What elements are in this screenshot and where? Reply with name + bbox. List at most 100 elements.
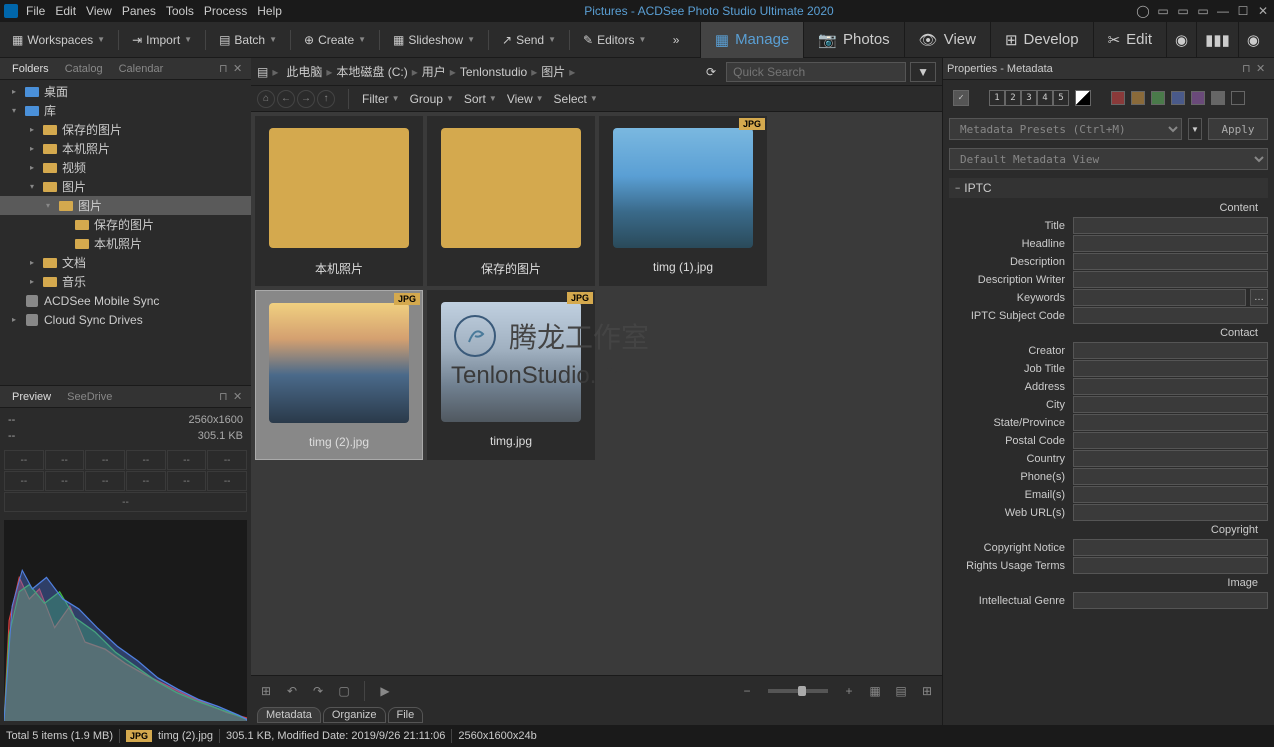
tree-item[interactable]: ▸本机照片	[0, 139, 251, 158]
thumbnail-item[interactable]: 保存的图片	[427, 116, 595, 286]
prop-tab-metadata[interactable]: Metadata	[257, 707, 321, 723]
nav-home-icon[interactable]: ⌂	[257, 90, 275, 108]
keywords-browse-button[interactable]: …	[1250, 289, 1268, 306]
tree-item[interactable]: ▸桌面	[0, 82, 251, 101]
rating-3[interactable]: 3	[1021, 90, 1037, 106]
field-description[interactable]	[1073, 253, 1268, 270]
calendar-tab[interactable]: Calendar	[111, 61, 172, 77]
close-button[interactable]: ✕	[1256, 4, 1270, 18]
refresh-icon[interactable]: ⟳	[706, 65, 716, 79]
field-copyright-notice[interactable]	[1073, 539, 1268, 556]
import-button[interactable]: ⇥ Import ▼	[126, 27, 198, 53]
maximize-button[interactable]: ☐	[1236, 4, 1250, 18]
layout-icon-3[interactable]: ▭	[1196, 4, 1210, 18]
view-button[interactable]: View ▼	[507, 92, 544, 106]
tab-develop[interactable]: ⊞ Develop	[990, 22, 1093, 58]
bt-icon-4[interactable]: ▢	[335, 682, 353, 700]
color-green[interactable]	[1151, 91, 1165, 105]
color-gray[interactable]	[1211, 91, 1225, 105]
tree-item[interactable]: ▸文档	[0, 253, 251, 272]
tab-photos[interactable]: 📷 Photos	[803, 22, 903, 58]
editors-button[interactable]: ✎ Editors ▼	[577, 27, 652, 53]
close-panel-icon[interactable]: ✕	[233, 62, 247, 76]
field-country[interactable]	[1073, 450, 1268, 467]
field-job-title[interactable]	[1073, 360, 1268, 377]
field-phone-s-[interactable]	[1073, 468, 1268, 485]
color-purple[interactable]	[1191, 91, 1205, 105]
field-intellectual-genre[interactable]	[1073, 592, 1268, 609]
field-title[interactable]	[1073, 217, 1268, 234]
rating-4[interactable]: 4	[1037, 90, 1053, 106]
color-red[interactable]	[1111, 91, 1125, 105]
tab-365-icon[interactable]: ◉	[1166, 22, 1196, 58]
iptc-section[interactable]: −IPTC	[949, 178, 1268, 198]
breadcrumb-item[interactable]: Tenlonstudio	[456, 63, 531, 81]
slideshow-button[interactable]: ▦ Slideshow ▼	[387, 27, 481, 53]
thumbnail-item[interactable]: JPGtimg.jpg	[427, 290, 595, 460]
breadcrumb-item[interactable]: 图片	[537, 63, 569, 81]
overflow-icon[interactable]: »	[667, 27, 686, 53]
tree-item[interactable]: ▸保存的图片	[0, 120, 251, 139]
nav-fwd-icon[interactable]: →	[297, 90, 315, 108]
seedrive-tab[interactable]: SeeDrive	[59, 389, 120, 405]
tree-item[interactable]: ▸音乐	[0, 272, 251, 291]
color-none[interactable]	[1231, 91, 1245, 105]
bt-rotate-right-icon[interactable]: ↷	[309, 682, 327, 700]
zoom-slider[interactable]	[768, 689, 828, 693]
tab-edit[interactable]: ✂ Edit	[1093, 22, 1166, 58]
minimize-button[interactable]: —	[1216, 4, 1230, 18]
close-props-icon[interactable]: ✕	[1256, 62, 1270, 76]
catalog-tab[interactable]: Catalog	[57, 61, 111, 77]
zoom-in-icon[interactable]: +	[840, 682, 858, 700]
tree-item[interactable]: ▾图片	[0, 177, 251, 196]
preview-tab[interactable]: Preview	[4, 389, 59, 405]
rating-clear[interactable]	[1075, 90, 1091, 106]
nav-back-icon[interactable]: ←	[277, 90, 295, 108]
field-keywords[interactable]	[1073, 289, 1246, 306]
rating-5[interactable]: 5	[1053, 90, 1069, 106]
field-description-writer[interactable]	[1073, 271, 1268, 288]
field-state-province[interactable]	[1073, 414, 1268, 431]
breadcrumb-item[interactable]: 此电脑	[282, 63, 326, 81]
rating-2[interactable]: 2	[1005, 90, 1021, 106]
field-headline[interactable]	[1073, 235, 1268, 252]
tree-item[interactable]: ▸Cloud Sync Drives	[0, 310, 251, 329]
tree-item[interactable]: 本机照片	[0, 234, 251, 253]
layout-icon-2[interactable]: ▭	[1176, 4, 1190, 18]
tree-item[interactable]: ▾库	[0, 101, 251, 120]
pin-props-icon[interactable]: ⊓	[1242, 62, 1256, 76]
apply-button[interactable]: Apply	[1208, 118, 1268, 140]
search-input[interactable]	[726, 62, 906, 82]
field-postal-code[interactable]	[1073, 432, 1268, 449]
menu-help[interactable]: Help	[257, 4, 282, 18]
field-address[interactable]	[1073, 378, 1268, 395]
tree-item[interactable]: 保存的图片	[0, 215, 251, 234]
view-mode-1-icon[interactable]: ▦	[866, 682, 884, 700]
workspaces-button[interactable]: ▦ Workspaces ▼	[6, 27, 111, 53]
user-icon[interactable]: ◯	[1136, 4, 1150, 18]
menu-process[interactable]: Process	[204, 4, 247, 18]
thumbnail-item[interactable]: JPGtimg (1).jpg	[599, 116, 767, 286]
menu-file[interactable]: File	[26, 4, 45, 18]
pin-icon[interactable]: ⊓	[219, 62, 233, 76]
tab-view[interactable]: 👁 View	[904, 22, 990, 58]
batch-button[interactable]: ▤ Batch ▼	[213, 27, 283, 53]
filter-button[interactable]: Filter ▼	[362, 92, 400, 106]
tree-item[interactable]: ▾图片	[0, 196, 251, 215]
group-button[interactable]: Group ▼	[410, 92, 454, 106]
zoom-out-icon[interactable]: −	[738, 682, 756, 700]
menu-edit[interactable]: Edit	[55, 4, 76, 18]
search-dd-icon[interactable]: ▼	[910, 62, 936, 82]
layout-icon-1[interactable]: ▭	[1156, 4, 1170, 18]
thumbnail-item[interactable]: JPGtimg (2).jpg	[255, 290, 423, 460]
breadcrumb-disk-icon[interactable]: ▤	[257, 65, 268, 79]
metadata-view-select[interactable]: Default Metadata View	[949, 148, 1268, 170]
field-email-s-[interactable]	[1073, 486, 1268, 503]
prop-tab-organize[interactable]: Organize	[323, 707, 386, 723]
tree-item[interactable]: ▸视频	[0, 158, 251, 177]
tab-dashboard-icon[interactable]: ▮▮▮	[1196, 22, 1238, 58]
prop-tab-file[interactable]: File	[388, 707, 424, 723]
nav-up-icon[interactable]: ↑	[317, 90, 335, 108]
breadcrumb-item[interactable]: 本地磁盘 (C:)	[332, 63, 411, 81]
field-rights-usage-terms[interactable]	[1073, 557, 1268, 574]
